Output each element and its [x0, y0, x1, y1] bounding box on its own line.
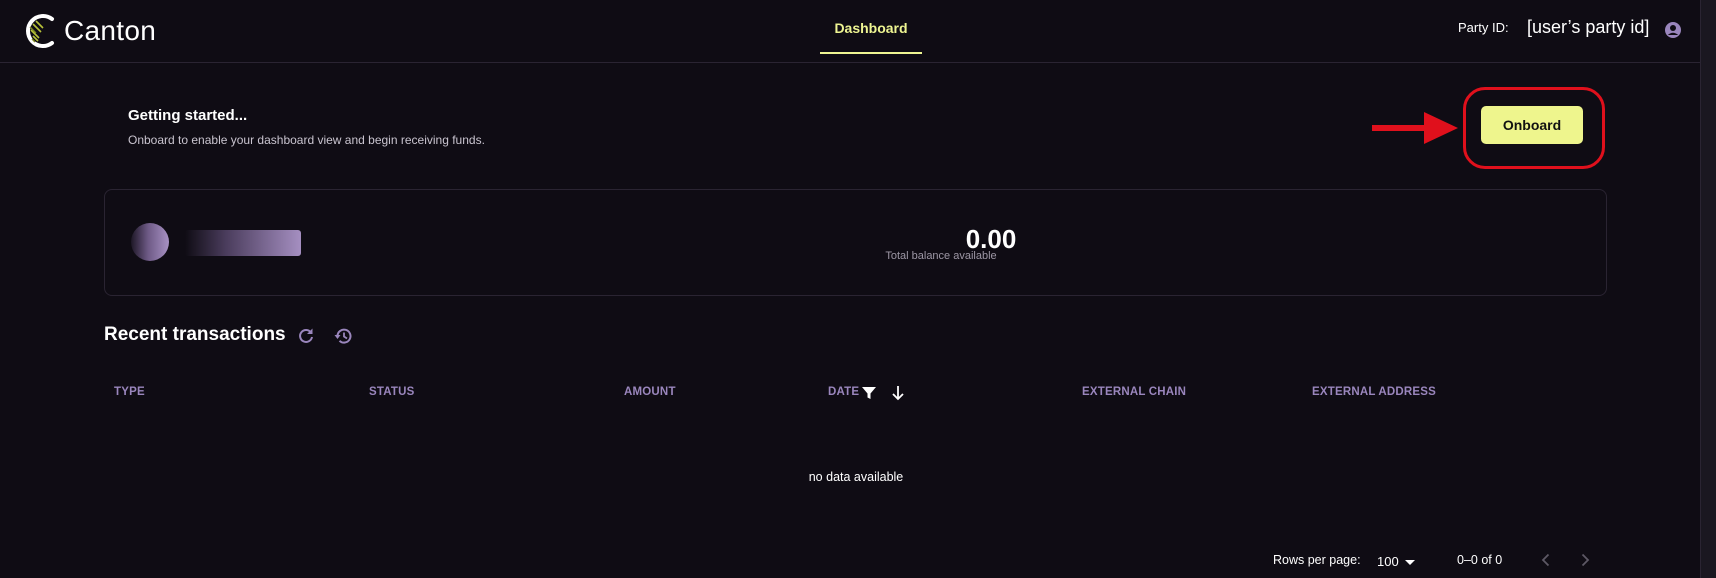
pagination-range: 0–0 of 0 — [1457, 553, 1503, 567]
rows-per-page-label: Rows per page: — [1273, 553, 1361, 567]
empty-state-text: no data available — [808, 470, 904, 484]
top-bar: Canton Dashboard Party ID: [user’s party… — [0, 0, 1700, 63]
annotation-arrow-icon — [1372, 112, 1458, 144]
rows-per-page-select[interactable]: 100 — [1377, 550, 1427, 572]
scrollbar[interactable] — [1700, 0, 1716, 578]
page: Canton Dashboard Party ID: [user’s party… — [0, 0, 1716, 578]
chevron-down-icon — [1404, 559, 1415, 565]
brand-name: Canton — [64, 15, 157, 46]
getting-started-subtitle: Onboard to enable your dashboard view an… — [128, 133, 485, 147]
column-header-amount[interactable]: AMOUNT — [624, 386, 676, 398]
rows-per-page-value: 100 — [1377, 553, 1399, 569]
balance-card: Total balance available 0.00 — [104, 189, 1607, 296]
next-page-icon[interactable] — [1575, 550, 1595, 570]
getting-started-title: Getting started... — [128, 107, 248, 124]
previous-page-icon[interactable] — [1536, 550, 1556, 570]
party-id-value: [user’s party id] — [1527, 17, 1650, 37]
tab-dashboard[interactable]: Dashboard — [820, 0, 922, 55]
column-header-status[interactable]: STATUS — [369, 386, 415, 398]
token-name-placeholder — [185, 230, 301, 256]
onboard-button[interactable]: Onboard — [1481, 106, 1583, 144]
column-header-type[interactable]: TYPE — [114, 386, 145, 398]
filter-icon[interactable] — [861, 385, 877, 401]
canton-logo-icon — [26, 14, 54, 48]
refresh-icon[interactable] — [296, 326, 316, 346]
column-header-external-address[interactable]: EXTERNAL ADDRESS — [1312, 386, 1436, 398]
balance-amount: 0.00 — [965, 224, 1017, 254]
brand-logo[interactable]: Canton — [22, 8, 156, 54]
recent-transactions-title: Recent transactions — [104, 324, 286, 345]
account-circle-icon[interactable] — [1663, 20, 1683, 40]
sort-arrow-down-icon[interactable] — [890, 384, 906, 402]
column-header-external-chain[interactable]: EXTERNAL CHAIN — [1082, 386, 1186, 398]
column-header-date[interactable]: DATE — [828, 386, 859, 398]
party-id-label: Party ID: — [1458, 20, 1509, 35]
history-icon[interactable] — [333, 326, 353, 346]
token-avatar — [131, 223, 169, 261]
